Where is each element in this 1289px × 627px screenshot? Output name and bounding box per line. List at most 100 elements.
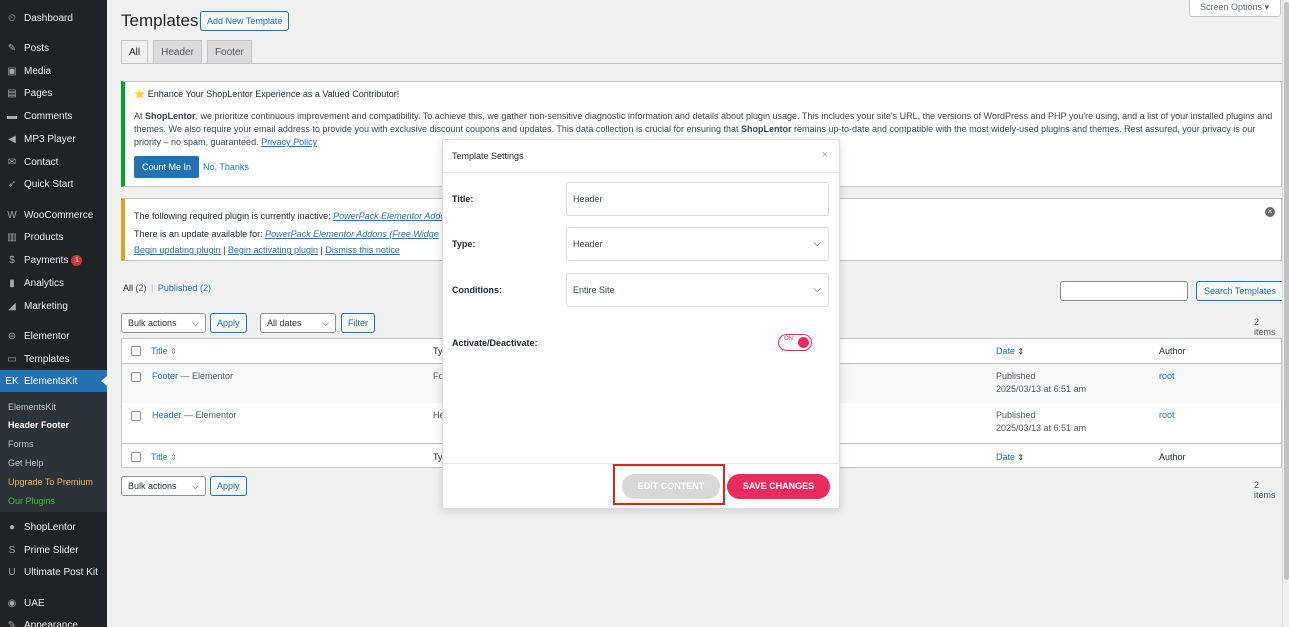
type-select[interactable]: Header ⌵	[566, 227, 829, 261]
begin-activating-link[interactable]: Begin activating plugin	[228, 245, 318, 255]
toggle-on-label: ON	[784, 336, 793, 342]
scrollbar-thumb[interactable]	[1284, 2, 1289, 580]
col-date-footer[interactable]: Date ⇕	[996, 452, 1024, 462]
sidebar-item-comments[interactable]: ▬ Comments	[0, 105, 107, 127]
sidebar-item-marketing[interactable]: ◢ Marketing	[0, 295, 107, 317]
activate-toggle[interactable]: ON	[778, 334, 812, 351]
apply-button-bottom[interactable]: Apply	[210, 476, 247, 496]
dismiss-icon[interactable]: ×	[1265, 207, 1275, 217]
sidebar-item-media[interactable]: ▣ Media	[0, 60, 107, 82]
conditions-select[interactable]: Entire Site ⌵	[566, 273, 829, 307]
page-scrollbar[interactable]	[1282, 0, 1289, 627]
sidebar-item-pages[interactable]: ▤ Pages	[0, 82, 107, 104]
filter-all[interactable]: All	[123, 283, 133, 293]
sidebar-item-ultimate-post-kit[interactable]: U Ultimate Post Kit	[0, 561, 107, 583]
submenu-item-our-plugins[interactable]: Our Plugins	[8, 492, 55, 510]
col-title-header[interactable]: Title ⇕	[151, 346, 177, 356]
privacy-policy-link[interactable]: Privacy Policy	[261, 137, 317, 147]
submenu-item-get-help[interactable]: Get Help	[8, 454, 44, 472]
sidebar-item-label: Ultimate Post Kit	[24, 566, 98, 578]
sidebar-item-elementskit[interactable]: EK ElementsKit	[0, 370, 107, 392]
search-input[interactable]	[1060, 281, 1188, 301]
row-author[interactable]: root	[1159, 410, 1175, 420]
submenu-item-forms[interactable]: Forms	[8, 435, 34, 453]
sidebar-item-posts[interactable]: ✎ Posts	[0, 37, 107, 59]
uae-icon: ◉	[7, 597, 17, 609]
notice-actions-line: Begin updating plugin | Begin activating…	[134, 245, 400, 255]
filter-button[interactable]: Filter	[341, 313, 375, 333]
col-title-footer[interactable]: Title ⇕	[151, 452, 177, 462]
sidebar-item-dashboard[interactable]: ⏲ Dashboard	[0, 7, 107, 29]
modal-title: Template Settings	[452, 151, 524, 161]
screen-options-button[interactable]: Screen Options ▾	[1189, 0, 1281, 17]
powerpack-link-2[interactable]: PowerPack Elementor Addons (Free Widge	[265, 229, 439, 239]
row-title-link[interactable]: Header	[152, 410, 182, 420]
items-count-top: 2 items	[1254, 317, 1276, 337]
save-changes-button[interactable]: SAVE CHANGES	[727, 474, 830, 499]
sidebar-item-label: Products	[24, 231, 64, 243]
powerpack-link-1[interactable]: PowerPack Elementor Addo	[333, 211, 445, 221]
sidebar-item-label: Posts	[24, 42, 50, 54]
row-checkbox[interactable]	[131, 372, 141, 382]
tab-footer[interactable]: Footer	[206, 40, 252, 64]
sidebar-item-uae[interactable]: ◉ UAE	[0, 592, 107, 614]
sidebar-item-templates[interactable]: ▭ Templates	[0, 348, 107, 370]
sidebar-item-mp3-player[interactable]: ◀ MP3 Player	[0, 128, 107, 150]
col-date-header[interactable]: Date ⇕	[996, 346, 1024, 356]
select-all-checkbox-bottom[interactable]	[131, 452, 141, 462]
date-filter-select[interactable]: All dates ⌵	[260, 313, 336, 333]
submenu-item-elementskit[interactable]: ElementsKit	[8, 398, 56, 416]
sidebar-item-label: ElementsKit	[24, 375, 78, 387]
begin-updating-link[interactable]: Begin updating plugin	[134, 245, 221, 255]
pages-icon: ▤	[7, 87, 17, 99]
row-title-suffix: — Elementor	[178, 371, 234, 381]
row-date: 2025/03/13 at 6:51 am	[996, 423, 1087, 433]
submenu-item-header-footer[interactable]: Header Footer	[8, 416, 69, 434]
tab-all[interactable]: All	[121, 40, 149, 64]
sidebar-item-woocommerce[interactable]: W WooCommerce	[0, 204, 107, 226]
sidebar-item-quick-start[interactable]: ➶ Quick Start	[0, 173, 107, 195]
sidebar-item-elementor[interactable]: ⊜ Elementor	[0, 325, 107, 347]
sidebar-item-contact[interactable]: ✉ Contact	[0, 151, 107, 173]
bulk-actions-select-top[interactable]: Bulk actions ⌵	[121, 313, 206, 333]
sidebar-item-analytics[interactable]: ▮ Analytics	[0, 272, 107, 294]
filter-published-count: (2)	[199, 283, 211, 293]
title-input[interactable]: Header	[566, 182, 829, 216]
inactive-text: The following required plugin is current…	[134, 211, 334, 221]
row-author[interactable]: root	[1159, 371, 1175, 381]
col-title-label: Title	[151, 452, 168, 462]
count-me-in-button[interactable]: Count Me In	[134, 156, 200, 178]
search-templates-button[interactable]: Search Templates	[1196, 281, 1286, 301]
sidebar-item-products[interactable]: ▥ Products	[0, 226, 107, 248]
modal-header: Template Settings ×	[443, 140, 839, 173]
select-all-checkbox[interactable]	[131, 346, 141, 356]
filter-published[interactable]: Published	[158, 283, 198, 293]
bulk-actions-select-bottom[interactable]: Bulk actions ⌵	[121, 476, 206, 496]
sidebar-item-label: Analytics	[24, 277, 65, 289]
row-date: 2025/03/13 at 6:51 am	[996, 384, 1087, 394]
speaker-icon: ◀	[8, 133, 16, 145]
sidebar-item-label: UAE	[24, 597, 45, 609]
row-title-link[interactable]: Footer	[152, 371, 178, 381]
row-title: Header — Elementor	[152, 410, 237, 420]
no-thanks-link[interactable]: No, Thanks	[203, 162, 249, 172]
sidebar-item-label: Prime Slider	[24, 544, 79, 556]
archive-icon: ▥	[7, 231, 17, 243]
row-checkbox[interactable]	[131, 411, 141, 421]
add-new-template-button[interactable]: Add New Template	[200, 11, 290, 31]
chevron-down-icon: ⌵	[322, 318, 329, 328]
close-icon[interactable]: ×	[822, 149, 828, 161]
sidebar-item-payments[interactable]: $ Payments 1	[0, 249, 107, 271]
sidebar-item-appearance[interactable]: ✎ Appearance	[0, 614, 107, 627]
col-date-label: Date	[996, 452, 1016, 462]
highlight-box	[613, 464, 725, 505]
submenu-item-upgrade-to-premium[interactable]: Upgrade To Premium	[8, 473, 93, 491]
dismiss-notice-link[interactable]: Dismiss this notice	[325, 245, 400, 255]
chevron-down-icon: ⌵	[813, 284, 821, 295]
apply-button-top[interactable]: Apply	[210, 313, 247, 333]
admin-sidebar: ElementsKit Header Footer Forms Get Help Upg…	[0, 0, 107, 627]
sidebar-item-prime-slider[interactable]: S Prime Slider	[0, 539, 107, 561]
sidebar-item-shoplentor[interactable]: ● ShopLentor	[0, 516, 107, 538]
tab-header[interactable]: Header	[153, 40, 202, 64]
col-date-label: Date	[996, 346, 1016, 356]
